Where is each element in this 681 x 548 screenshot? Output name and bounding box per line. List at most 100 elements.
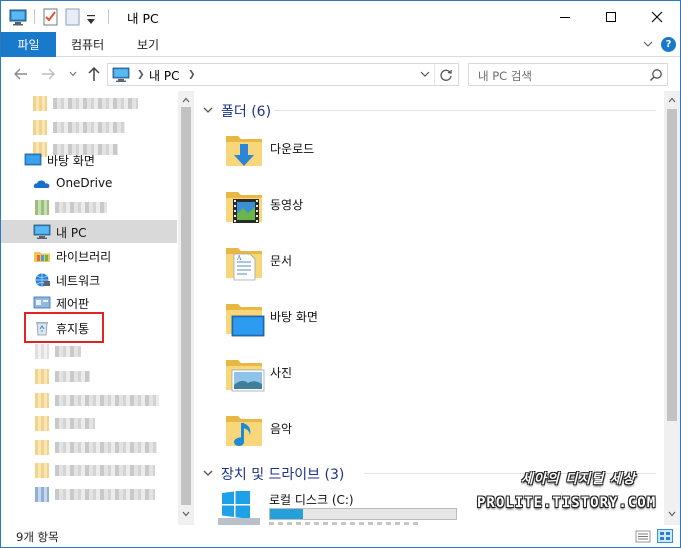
drive-usage-bar — [269, 508, 457, 520]
desktop-icon — [24, 153, 42, 166]
drive-label: 로컬 디스크 (C:) — [269, 493, 354, 507]
collapse-chevron-icon[interactable] — [203, 469, 213, 477]
svg-text:A: A — [236, 255, 242, 262]
minimize-icon — [560, 16, 570, 18]
watermark-url: PROLITE.TISTORY.COM — [477, 495, 657, 511]
maximize-button[interactable] — [588, 1, 634, 32]
folder-desktop[interactable]: 바탕 화면 — [222, 296, 462, 346]
collapse-chevron-icon[interactable] — [203, 106, 213, 114]
music-folder-icon — [226, 416, 262, 446]
group-label: 폴더 (6) — [221, 104, 272, 120]
breadcrumb[interactable]: 내 PC — [149, 67, 179, 84]
folder-videos[interactable]: 동영상 — [222, 184, 462, 234]
scroll-down-icon[interactable] — [182, 511, 190, 517]
pc-icon — [112, 67, 130, 82]
drive-c[interactable]: 로컬 디스크 (C:) — [216, 489, 476, 526]
title-bar: 내 PC — [1, 1, 680, 32]
explorer-window: 내 PC 파일 컴퓨터 보기 ? ❯ 내 PC ❯ 내 PC 검색 바탕 화면 … — [0, 0, 681, 548]
address-history-icon[interactable] — [420, 70, 430, 78]
blurred-nav-item[interactable] — [35, 416, 140, 431]
back-arrow-icon[interactable] — [13, 67, 29, 81]
expand-ribbon-icon[interactable] — [642, 39, 654, 49]
library-icon — [34, 252, 50, 262]
recent-locations-icon[interactable] — [69, 71, 77, 77]
pc-icon[interactable] — [9, 7, 27, 27]
details-view-icon[interactable] — [635, 530, 651, 543]
folder-documents[interactable]: A 문서 — [222, 240, 462, 290]
ribbon-tabs: 파일 컴퓨터 보기 ? — [1, 32, 680, 57]
group-label: 장치 및 드라이브 (3) — [221, 467, 345, 483]
blurred-quick-access-item[interactable] — [33, 120, 138, 135]
search-icon[interactable] — [649, 68, 663, 82]
close-icon — [651, 11, 663, 22]
search-input[interactable]: 내 PC 검색 — [468, 63, 668, 86]
folder-downloads[interactable]: 다운로드 — [222, 128, 462, 178]
minimize-button[interactable] — [542, 1, 588, 32]
large-icons-view-button[interactable] — [657, 529, 673, 543]
folder-label: 사진 — [270, 366, 293, 380]
sidebar-item-label: 라이브러리 — [56, 250, 112, 264]
scroll-up-icon[interactable] — [182, 97, 190, 103]
help-button[interactable]: ? — [661, 37, 676, 52]
folder-pictures[interactable]: 사진 — [222, 352, 462, 402]
maximize-icon — [606, 11, 616, 22]
tab-view[interactable]: 보기 — [137, 32, 159, 57]
downloads-folder-icon — [226, 136, 262, 166]
sidebar-item-label: 제어판 — [56, 297, 90, 311]
sidebar-item-onedrive[interactable]: OneDrive — [1, 172, 177, 195]
folders-group-header[interactable]: 폴더 (6) — [194, 99, 664, 121]
status-bar: 9개 항목 — [1, 525, 680, 547]
windows-drive-icon — [218, 491, 260, 525]
folder-label: 바탕 화면 — [270, 310, 318, 324]
blurred-nav-item[interactable] — [35, 440, 160, 455]
onedrive-cloud-icon — [33, 180, 50, 188]
scroll-up-icon[interactable] — [668, 97, 676, 103]
breadcrumb-chevron-icon[interactable]: ❯ — [137, 70, 145, 80]
new-folder-icon[interactable] — [65, 7, 81, 27]
drive-usage-fill — [270, 509, 304, 519]
blurred-quick-access-item[interactable] — [33, 96, 138, 111]
blurred-nav-item[interactable] — [35, 463, 160, 478]
item-count: 9개 항목 — [16, 530, 59, 544]
forward-arrow-icon[interactable] — [40, 67, 56, 81]
tab-file[interactable]: 파일 — [1, 32, 56, 57]
refresh-icon[interactable] — [439, 68, 453, 82]
sidebar-item-label: 바탕 화면 — [47, 154, 95, 168]
address-divider — [434, 64, 435, 85]
navigation-pane-scrollbar[interactable] — [178, 91, 194, 525]
close-button[interactable] — [634, 1, 680, 32]
blurred-nav-item[interactable] — [35, 369, 140, 384]
folder-label: 동영상 — [270, 198, 304, 212]
sidebar-item-libraries[interactable]: 라이브러리 — [1, 244, 177, 267]
up-arrow-icon[interactable] — [87, 66, 101, 82]
content-scrollbar[interactable] — [664, 91, 680, 525]
sidebar-item-label: OneDrive — [56, 176, 113, 190]
customize-quick-access-icon[interactable] — [86, 10, 96, 30]
blurred-nav-item[interactable] — [35, 487, 160, 502]
sidebar-item-desktop[interactable]: 바탕 화면 — [1, 148, 177, 171]
navigation-pane: 바탕 화면 OneDrive 내 PC 라이브러리 네트워크 제어판 휴지통 — [1, 91, 194, 525]
address-bar[interactable]: ❯ 내 PC ❯ — [107, 63, 459, 86]
blurred-nav-item[interactable] — [35, 344, 140, 359]
navigation-bar: ❯ 내 PC ❯ 내 PC 검색 — [1, 58, 680, 91]
scrollbar-thumb[interactable] — [667, 109, 677, 421]
sidebar-item-network[interactable]: 네트워크 — [1, 268, 177, 291]
scrollbar-thumb[interactable] — [181, 107, 191, 505]
pictures-folder-icon — [226, 360, 265, 392]
blurred-onedrive-item[interactable] — [35, 200, 140, 215]
blurred-nav-item[interactable] — [35, 393, 160, 408]
folder-music[interactable]: 음악 — [222, 408, 462, 458]
scroll-down-icon[interactable] — [668, 511, 676, 517]
window-title: 내 PC — [127, 11, 159, 26]
videos-folder-icon — [226, 192, 262, 223]
folder-label: 음악 — [270, 422, 293, 436]
sidebar-item-label: 네트워크 — [56, 274, 101, 288]
properties-icon[interactable] — [43, 7, 59, 27]
quick-access-separator — [34, 9, 35, 24]
folder-label: 문서 — [270, 254, 293, 268]
sidebar-item-this-pc[interactable]: 내 PC — [1, 220, 177, 243]
tab-computer[interactable]: 컴퓨터 — [71, 32, 104, 57]
sidebar-item-control-panel[interactable]: 제어판 — [1, 291, 177, 314]
folder-label: 다운로드 — [270, 142, 315, 156]
breadcrumb-chevron-icon[interactable]: ❯ — [188, 70, 196, 80]
